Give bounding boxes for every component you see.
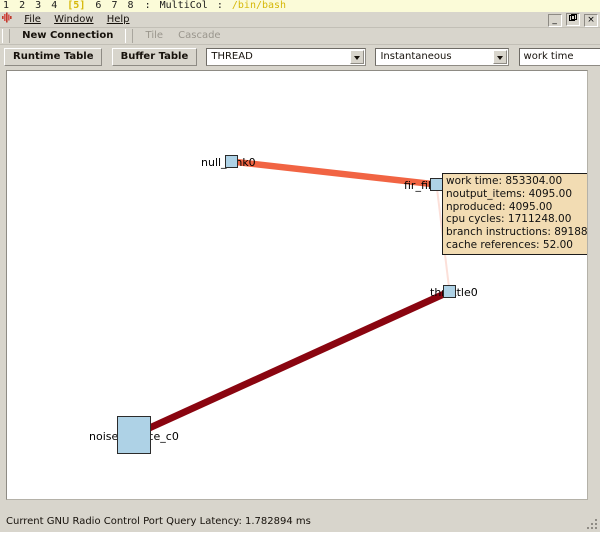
node-noise-source-c0[interactable] <box>117 416 151 454</box>
thread-select-value: THREAD <box>211 51 253 62</box>
tooltip-row-nproduced: nproduced: 4095.00 <box>446 200 553 213</box>
cascade-button[interactable]: Cascade <box>173 29 225 43</box>
tile-button[interactable]: Tile <box>141 29 169 43</box>
terminal-tab-strip[interactable]: 1 2 3 4 [5] 6 7 8 : MultiCol : /bin/bash <box>0 0 600 12</box>
window-toolbar: New Connection Tile Cascade <box>0 28 600 45</box>
node-throttle0[interactable] <box>443 285 456 298</box>
terminal-session-title: MultiCol <box>159 0 208 11</box>
tooltip-row-cpu-cycles: cpu cycles: 1711248.00 <box>446 213 572 226</box>
menu-window-label: Window <box>54 14 94 25</box>
terminal-separator-1: : <box>144 0 151 11</box>
window-control-buttons: _ × <box>547 13 598 27</box>
edge-noise-to-throttle[interactable] <box>132 288 451 439</box>
mode-select-value: Instantaneous <box>380 51 452 62</box>
terminal-separator-2: : <box>216 0 223 11</box>
thread-select[interactable]: THREAD <box>206 48 367 66</box>
tooltip-row-cache-references: cache references: 52.00 <box>446 238 573 251</box>
terminal-tab-7[interactable]: 7 <box>109 0 119 12</box>
toolbar-grip-right[interactable] <box>125 29 134 43</box>
terminal-tab-3[interactable]: 3 <box>33 0 43 12</box>
terminal-tab-4[interactable]: 4 <box>49 0 59 12</box>
status-bar: Current GNU Radio Control Port Query Lat… <box>0 512 600 532</box>
restore-button[interactable] <box>565 13 580 26</box>
runtime-table-button[interactable]: Runtime Table <box>4 48 103 66</box>
buffer-table-button[interactable]: Buffer Table <box>111 48 198 66</box>
terminal-tab-6[interactable]: 6 <box>93 0 103 12</box>
chevron-down-icon[interactable] <box>493 50 508 64</box>
flowgraph-canvas[interactable]: null_sink0fir_filtthrottle0noise_source_… <box>6 70 588 500</box>
tooltip-row-branch-instructions: branch instructions: 89188.00 <box>446 226 588 239</box>
resize-grip[interactable] <box>585 517 599 531</box>
menu-file-label: File <box>24 14 41 25</box>
terminal-tab-1[interactable]: 1 <box>1 0 11 12</box>
terminal-tab-2[interactable]: 2 <box>17 0 27 12</box>
application-window: File Window Help _ × New Connection Tile… <box>0 12 600 532</box>
status-bar-text: Current GNU Radio Control Port Query Lat… <box>6 516 311 527</box>
metric-select[interactable]: work time <box>518 48 600 66</box>
menu-help[interactable]: Help <box>102 12 135 27</box>
tooltip-row-noutput-items: noutput_items: 4095.00 <box>446 187 573 200</box>
control-bar: Runtime Table Buffer Table THREAD Instan… <box>0 46 600 68</box>
terminal-tab-5-active[interactable]: [5] <box>65 0 87 12</box>
waveform-icon <box>2 12 13 23</box>
node-null-sink0[interactable] <box>225 155 238 168</box>
close-button[interactable]: × <box>584 14 598 27</box>
terminal-tab-8[interactable]: 8 <box>126 0 136 12</box>
metric-select-value: work time <box>523 51 574 62</box>
terminal-shell-path: /bin/bash <box>231 0 287 11</box>
toolbar-grip-left[interactable] <box>2 29 10 43</box>
menu-window[interactable]: Window <box>49 12 98 27</box>
menu-help-label: Help <box>106 14 130 25</box>
new-connection-button[interactable]: New Connection <box>17 29 118 43</box>
menu-file[interactable]: File <box>19 12 46 27</box>
menu-bar: File Window Help _ × <box>0 12 600 28</box>
mode-select[interactable]: Instantaneous <box>375 48 510 66</box>
chevron-down-icon[interactable] <box>350 50 365 64</box>
tooltip-row-work-time: work time: 853304.00 <box>446 175 563 187</box>
metrics-tooltip: work time: 853304.00 noutput_items: 4095… <box>442 173 588 255</box>
minimize-button[interactable]: _ <box>547 14 562 27</box>
